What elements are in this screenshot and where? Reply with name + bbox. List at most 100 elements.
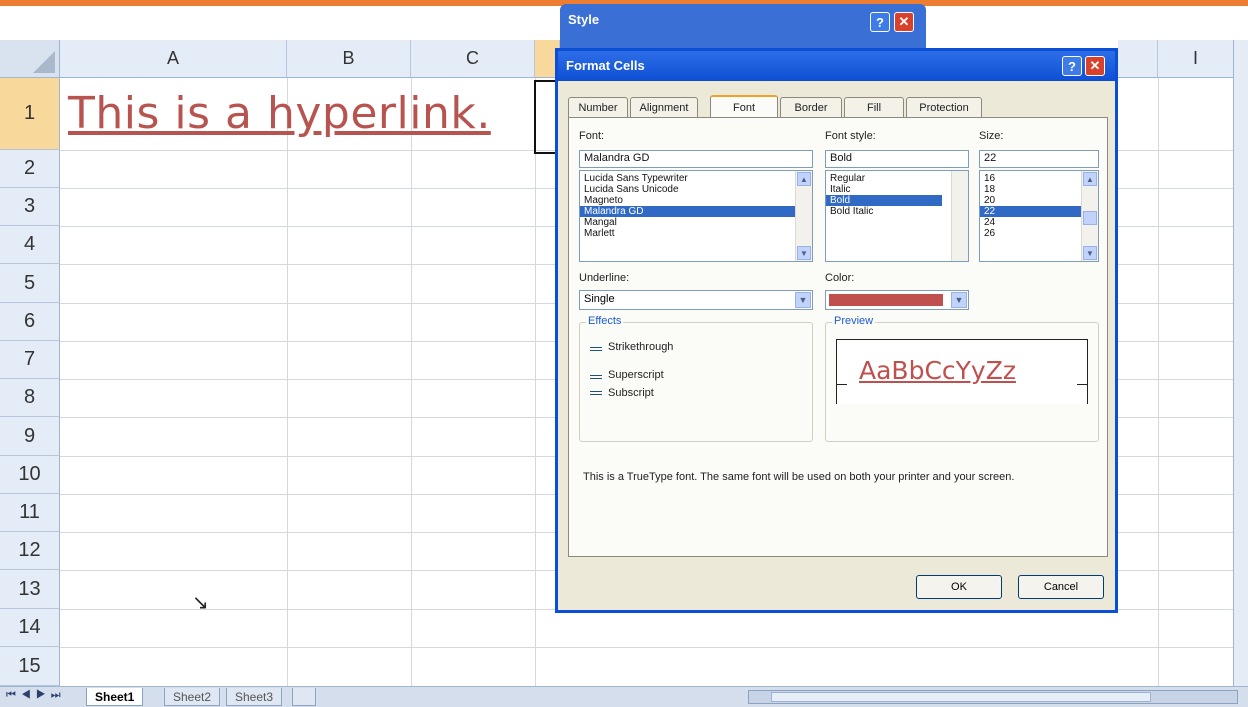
close-button[interactable]: ✕ (1085, 56, 1105, 76)
style-close-button[interactable]: ✕ (894, 12, 914, 32)
format-cells-title: Format Cells (566, 58, 645, 73)
cancel-button[interactable]: Cancel (1018, 575, 1104, 599)
font-list-item[interactable]: Mangal (580, 217, 812, 228)
row-header-12[interactable]: 12 (0, 532, 60, 570)
tab-number[interactable]: Number (568, 97, 628, 117)
scroll-up-icon[interactable]: ▲ (1083, 172, 1097, 186)
font-list-item-selected[interactable]: Malandra GD (580, 206, 812, 217)
horizontal-scrollbar[interactable] (748, 690, 1238, 704)
effects-group-label: Effects (586, 315, 624, 327)
row-header-10[interactable]: 10 (0, 456, 60, 494)
underline-label: Underline: (579, 272, 630, 284)
font-label: Font: (579, 130, 605, 142)
style-dialog: Style ? ✕ (560, 4, 926, 48)
font-list[interactable]: Lucida Sans Typewriter Lucida Sans Unico… (579, 170, 813, 262)
gridline (287, 78, 288, 686)
superscript-label[interactable]: Superscript (608, 369, 664, 381)
preview-right-tick (1077, 384, 1087, 385)
help-button[interactable]: ? (1062, 56, 1082, 76)
gridline (1158, 78, 1159, 686)
subscript-label[interactable]: Subscript (608, 387, 654, 399)
underline-select[interactable]: Single ▼ (579, 290, 813, 310)
scroll-down-icon[interactable]: ▼ (1083, 246, 1097, 260)
font-list-scrollbar[interactable]: ▲ ▼ (795, 171, 812, 261)
font-tab-panel: Font: Malandra GD Lucida Sans Typewriter… (568, 117, 1108, 557)
size-list[interactable]: 16 18 20 22 24 26 ▲ ▼ (979, 170, 1099, 262)
sheet-tab-1[interactable]: Sheet1 (86, 688, 144, 706)
row-header-6[interactable]: 6 (0, 303, 60, 341)
row-header-13[interactable]: 13 (0, 570, 60, 609)
column-header-c[interactable]: C (411, 40, 535, 78)
row-header-9[interactable]: 9 (0, 417, 60, 456)
row-header-1[interactable]: 1 (0, 78, 60, 150)
ok-button[interactable]: OK (916, 575, 1002, 599)
row-header-7[interactable]: 7 (0, 341, 60, 379)
row-header-14[interactable]: 14 (0, 609, 60, 647)
column-header-a[interactable]: A (60, 40, 287, 78)
size-list-scrollbar[interactable]: ▲ ▼ (1081, 171, 1098, 261)
scroll-thumb[interactable] (1083, 211, 1097, 225)
style-help-button[interactable]: ? (870, 12, 890, 32)
row-header-3[interactable]: 3 (0, 188, 60, 226)
font-description: This is a TrueType font. The same font w… (583, 471, 1015, 483)
preview-group-label: Preview (832, 315, 876, 327)
tab-protection[interactable]: Protection (906, 97, 982, 117)
select-all-corner[interactable] (0, 40, 60, 78)
column-header-b[interactable]: B (287, 40, 411, 78)
effects-group: Effects Strikethrough Superscript Subscr… (579, 315, 813, 442)
chevron-down-icon[interactable]: ▼ (951, 292, 967, 308)
insert-sheet-tab[interactable] (292, 688, 316, 706)
cell-a1-hyperlink[interactable]: This is a hyperlink. (68, 88, 491, 139)
gridline (535, 78, 536, 686)
chevron-down-icon[interactable]: ▼ (795, 292, 811, 308)
row-header-5[interactable]: 5 (0, 264, 60, 303)
font-name-input[interactable]: Malandra GD (579, 150, 813, 168)
preview-group: Preview AaBbCcYyZz (825, 315, 1099, 442)
underline-value: Single (584, 293, 615, 305)
size-label: Size: (979, 130, 1004, 142)
font-style-item[interactable]: Italic (826, 184, 968, 195)
row-header-2[interactable]: 2 (0, 150, 60, 188)
font-style-item-selected[interactable]: Bold (826, 195, 942, 206)
preview-text: AaBbCcYyZz (859, 356, 1016, 385)
font-style-scrollbar[interactable] (951, 171, 968, 261)
sheet-tab-3[interactable]: Sheet3 (226, 688, 283, 706)
format-cells-titlebar[interactable]: Format Cells ? ✕ (558, 51, 1115, 81)
column-header-h[interactable] (1118, 40, 1158, 78)
font-style-list[interactable]: Regular Italic Bold Bold Italic (825, 170, 969, 262)
font-list-item[interactable]: Marlett (580, 228, 812, 239)
vertical-scrollbar[interactable] (1233, 40, 1248, 686)
row-header-15[interactable]: 15 (0, 647, 60, 686)
font-style-item[interactable]: Bold Italic (826, 206, 968, 217)
font-style-item[interactable]: Regular (826, 173, 968, 184)
font-list-item[interactable]: Lucida Sans Unicode (580, 184, 812, 195)
gridline (60, 647, 1248, 648)
scroll-down-icon[interactable]: ▼ (797, 246, 811, 260)
mouse-cursor-icon: ↘ (192, 592, 209, 614)
sheet-tab-2[interactable]: Sheet2 (164, 688, 221, 706)
tab-fill[interactable]: Fill (844, 97, 904, 117)
superscript-checkbox[interactable] (590, 375, 602, 379)
font-style-input[interactable]: Bold (825, 150, 969, 168)
sheet-nav-buttons[interactable]: ⏮ ◀ ▶ ⏭ (6, 689, 62, 702)
row-header-4[interactable]: 4 (0, 226, 60, 264)
color-swatch (829, 294, 943, 306)
preview-box: AaBbCcYyZz (836, 339, 1088, 404)
strikethrough-checkbox[interactable] (590, 347, 602, 351)
row-header-8[interactable]: 8 (0, 379, 60, 417)
subscript-checkbox[interactable] (590, 391, 602, 395)
tab-border[interactable]: Border (780, 97, 842, 117)
tab-alignment[interactable]: Alignment (630, 97, 698, 117)
horizontal-scroll-thumb[interactable] (771, 692, 1151, 702)
font-list-item[interactable]: Magneto (580, 195, 812, 206)
tab-font[interactable]: Font (710, 95, 778, 118)
strikethrough-label[interactable]: Strikethrough (608, 341, 673, 353)
column-header-i[interactable]: I (1158, 40, 1234, 78)
sheet-tab-bar: ⏮ ◀ ▶ ⏭ Sheet1 Sheet2 Sheet3 (0, 686, 1248, 707)
font-list-item[interactable]: Lucida Sans Typewriter (580, 173, 812, 184)
size-input[interactable]: 22 (979, 150, 1099, 168)
row-header-11[interactable]: 11 (0, 494, 60, 532)
format-cells-dialog: Format Cells ? ✕ Number Alignment Font B… (555, 48, 1118, 613)
color-select[interactable]: ▼ (825, 290, 969, 310)
scroll-up-icon[interactable]: ▲ (797, 172, 811, 186)
